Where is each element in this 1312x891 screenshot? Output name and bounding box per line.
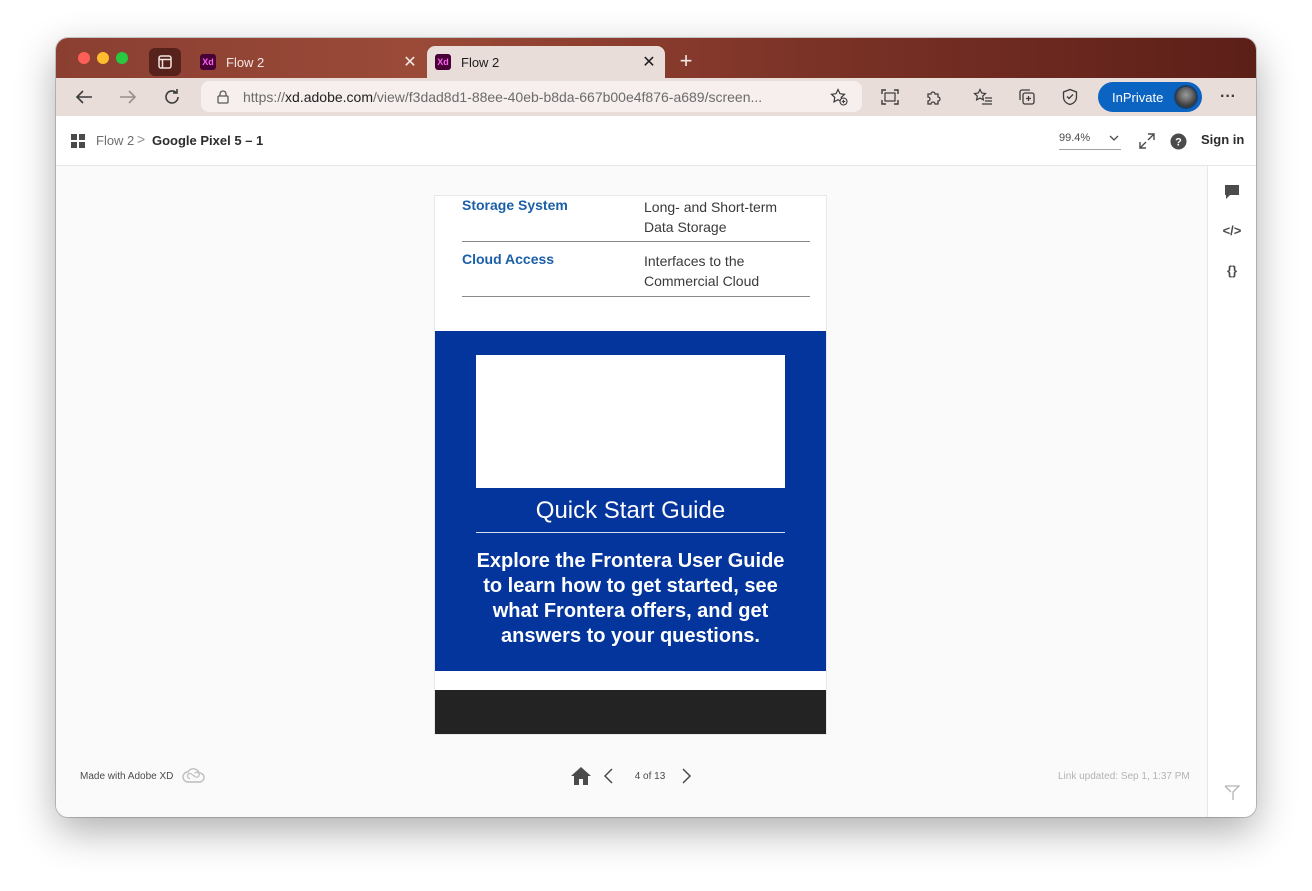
sign-in-link[interactable]: Sign in [1201, 132, 1244, 147]
quick-start-title: Quick Start Guide [535, 497, 726, 524]
inprivate-profile-button[interactable]: InPrivate [1098, 82, 1202, 112]
inprivate-label: InPrivate [1112, 89, 1164, 105]
home-icon[interactable] [570, 766, 592, 786]
spec-row: Cloud Access Interfaces to the Commercia… [462, 242, 810, 297]
zoom-select[interactable]: 99.4% [1059, 132, 1121, 150]
spec-key[interactable]: Storage System [462, 197, 568, 213]
image-placeholder [476, 355, 785, 488]
adobe-xd-icon: Xd [200, 54, 216, 70]
help-icon: ? [1170, 133, 1186, 149]
shield-heart-icon [1062, 88, 1078, 106]
xd-viewer-header: Flow 2 > Google Pixel 5 – 1 99.4% ? Sign… [56, 116, 1256, 166]
quick-start-body: Explore the Frontera User Guide to learn… [476, 550, 785, 647]
creative-cloud-icon [182, 768, 205, 783]
url-prefix: https:// [243, 88, 286, 105]
more-options-button[interactable]: ··· [1213, 83, 1243, 111]
new-tab-button[interactable]: + [674, 48, 698, 74]
tab-strip: Xd Flow 2 ✕ Xd Flow 2 ✕ + [56, 38, 1256, 78]
spec-value: Long- and Short-term Data Storage [644, 199, 778, 235]
screen-capture-icon [881, 89, 899, 105]
tab-title: Flow 2 [461, 54, 500, 70]
right-rail: </> {} [1207, 166, 1256, 817]
url-text[interactable]: https://xd.adobe.com/view/f3dad8d1-88ee-… [243, 89, 821, 105]
grid-view-icon[interactable] [71, 134, 85, 148]
address-bar[interactable]: https://xd.adobe.com/view/f3dad8d1-88ee-… [201, 81, 862, 112]
browser-window: Xd Flow 2 ✕ Xd Flow 2 ✕ + https://xd.ado… [56, 38, 1256, 817]
spec-key[interactable]: Cloud Access [462, 251, 554, 267]
help-button[interactable]: ? [1167, 130, 1189, 152]
adobe-xd-icon: Xd [435, 54, 451, 70]
zoom-value: 99.4% [1059, 132, 1091, 144]
url-path: /view/f3dad8d1-88ee-40eb-b8da-667b00e4f8… [372, 88, 763, 105]
lock-icon[interactable] [215, 89, 231, 105]
breadcrumb-current-screen: Google Pixel 5 – 1 [152, 133, 264, 148]
artboard-footer [435, 690, 826, 734]
add-favorite-icon[interactable] [827, 85, 851, 109]
link-updated-label: Link updated: Sep 1, 1:37 PM [1058, 771, 1190, 782]
tab-flow-2-active[interactable]: Xd Flow 2 ✕ [427, 46, 665, 78]
back-button[interactable] [69, 83, 99, 111]
spec-value: Interfaces to the Commercial Cloud [644, 253, 760, 289]
made-with-adobe-xd-label: Made with Adobe XD [80, 771, 174, 782]
arrow-right-icon [120, 90, 137, 104]
quick-start-panel: Quick Start Guide Explore the Frontera U… [435, 331, 826, 671]
chevron-left-icon[interactable] [601, 766, 617, 786]
tab-close-icon[interactable]: ✕ [398, 52, 422, 72]
collections-button[interactable] [1012, 83, 1042, 111]
refresh-icon [165, 89, 179, 104]
minimize-window-button[interactable] [97, 52, 109, 64]
extensions-button[interactable] [919, 83, 949, 111]
screen-capture-button[interactable] [875, 83, 905, 111]
tab-flow-2-inactive[interactable]: Xd Flow 2 ✕ [192, 46, 426, 78]
page-indicator: 4 of 13 [634, 771, 666, 782]
divider [476, 532, 785, 533]
flag-icon [1224, 785, 1240, 800]
report-flag-button[interactable] [1221, 782, 1243, 804]
browser-toolbar: https://xd.adobe.com/view/f3dad8d1-88ee-… [56, 78, 1256, 116]
breadcrumb-separator: > [137, 131, 146, 147]
variables-button[interactable]: {} [1221, 259, 1243, 281]
tab-actions-icon [158, 55, 172, 69]
tab-actions-button[interactable] [149, 48, 181, 76]
tab-close-icon[interactable]: ✕ [637, 52, 661, 72]
svg-text:?: ? [1175, 136, 1182, 148]
favorites-list-icon [973, 88, 992, 105]
favorites-button[interactable] [968, 83, 998, 111]
breadcrumb-flow[interactable]: Flow 2 [96, 133, 134, 148]
comment-icon [1225, 185, 1239, 199]
fullscreen-button[interactable] [1136, 130, 1158, 152]
code-specs-button[interactable]: </> [1221, 219, 1243, 241]
chevron-right-icon[interactable] [678, 766, 694, 786]
comments-button[interactable] [1221, 181, 1243, 203]
tab-title: Flow 2 [226, 54, 265, 70]
forward-button[interactable] [113, 83, 143, 111]
chevron-down-icon [1109, 135, 1119, 141]
puzzle-icon [927, 91, 941, 105]
avatar [1174, 85, 1198, 109]
url-domain: xd.adobe.com [285, 88, 373, 105]
browser-essentials-button[interactable] [1055, 83, 1085, 111]
collections-icon [1019, 89, 1035, 105]
close-window-button[interactable] [78, 52, 90, 64]
artboard-google-pixel-5[interactable]: Storage System Long- and Short-term Data… [435, 196, 826, 734]
arrow-left-icon [75, 90, 92, 104]
prototype-canvas: Storage System Long- and Short-term Data… [56, 166, 1207, 817]
refresh-button[interactable] [157, 83, 187, 111]
expand-icon [1139, 133, 1155, 149]
zoom-window-button[interactable] [116, 52, 128, 64]
spec-row: Storage System Long- and Short-term Data… [462, 196, 810, 242]
